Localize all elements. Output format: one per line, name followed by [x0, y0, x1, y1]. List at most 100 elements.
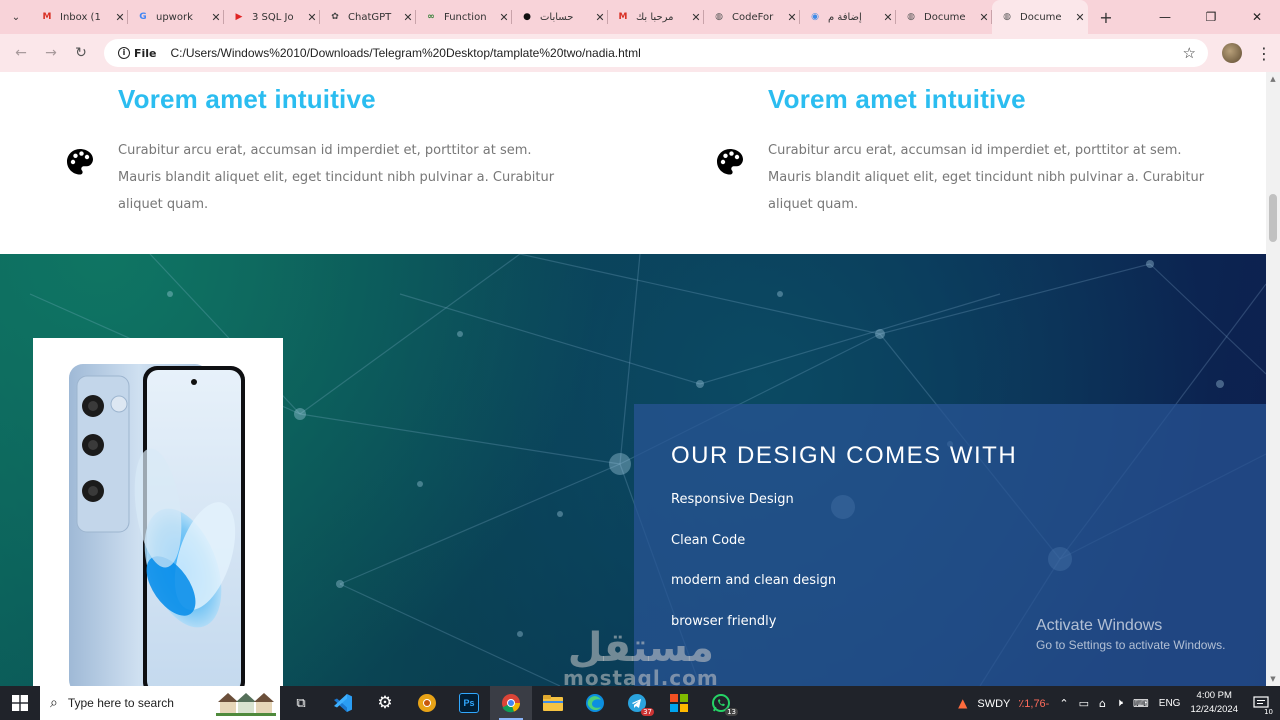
new-tab-button[interactable]: + [1092, 8, 1120, 27]
tab-search-dropdown-icon[interactable]: ⌄ [0, 0, 32, 34]
browser-tab[interactable]: ∞ Function ✕ [416, 0, 512, 34]
scrollbar-thumb[interactable] [1269, 194, 1277, 242]
back-arrow-icon[interactable]: ← [6, 38, 36, 68]
network-icon[interactable]: ⌂ [1099, 697, 1106, 710]
browser-tab[interactable]: ● حسابات ✕ [512, 0, 608, 34]
close-tab-icon[interactable]: ✕ [592, 11, 608, 24]
close-tab-icon[interactable]: ✕ [112, 11, 128, 24]
task-view-icon[interactable]: ⧉ [280, 686, 322, 720]
system-tray: ▲ SWDY ٪1,76- ⌃ ▭ ⌂ 🕨 ⌨ ENG 4:00 PM 12/24… [958, 686, 1280, 720]
browser-tab[interactable]: ◍ CodeFor ✕ [704, 0, 800, 34]
tab-title: Docume [1020, 11, 1062, 23]
browser-tab[interactable]: ◍ Docume ✕ [896, 0, 992, 34]
close-tab-icon[interactable]: ✕ [784, 11, 800, 24]
mostaql-watermark: مستقل mostaql.com [563, 626, 719, 690]
gmail-icon: M [42, 12, 52, 22]
stock-change: ٪1,76- [1018, 697, 1050, 710]
apps-grid-icon[interactable] [658, 686, 700, 720]
maximize-icon[interactable]: ❐ [1188, 0, 1234, 34]
telegram-icon[interactable]: 37 [616, 686, 658, 720]
feature-text: Curabitur arcu erat, accumsan id imperdi… [118, 143, 555, 212]
feature-title: Vorem amet intuitive [118, 84, 376, 114]
close-tab-icon[interactable]: ✕ [976, 11, 992, 24]
list-item: Responsive Design [671, 492, 794, 507]
keyboard-icon[interactable]: ⌨ [1133, 697, 1149, 710]
browser-tab[interactable]: ◉ إضافة م ✕ [800, 0, 896, 34]
url-text[interactable]: C:/Users/Windows%2010/Downloads/Telegram… [171, 46, 641, 60]
windows-start-icon[interactable] [0, 686, 40, 720]
file-explorer-icon[interactable] [532, 686, 574, 720]
profile-avatar[interactable] [1222, 43, 1242, 63]
feature-block: Vorem amet intuitive Curabitur arcu erat… [118, 84, 618, 218]
browser-tab[interactable]: M Inbox (1 ✕ [32, 0, 128, 34]
browser-tab[interactable]: ▶ 3 SQL Jo ✕ [224, 0, 320, 34]
close-tab-icon[interactable]: ✕ [1072, 11, 1088, 24]
close-tab-icon[interactable]: ✕ [304, 11, 320, 24]
circle-icon: ◉ [811, 12, 819, 22]
minimize-icon[interactable]: — [1142, 0, 1188, 34]
feature-title: Vorem amet intuitive [768, 84, 1026, 114]
scheme-label: File [134, 46, 157, 60]
language-indicator[interactable]: ENG [1159, 698, 1181, 709]
notification-count: 10 [1264, 708, 1273, 716]
photoshop-icon[interactable]: Ps [448, 686, 490, 720]
tab-title: إضافة م [828, 11, 862, 23]
browser-tab[interactable]: ◍ Docume ✕ [992, 0, 1088, 34]
bookmark-star-icon[interactable]: ☆ [1183, 44, 1196, 62]
tab-title: Docume [924, 11, 966, 23]
close-tab-icon[interactable]: ✕ [400, 11, 416, 24]
close-tab-icon[interactable]: ✕ [496, 11, 512, 24]
close-tab-icon[interactable]: ✕ [880, 11, 896, 24]
smartphone-illustration [69, 364, 245, 686]
search-highlight-houses-icon[interactable] [216, 690, 276, 716]
close-tab-icon[interactable]: ✕ [688, 11, 704, 24]
tab-title: مرحبا بك [636, 11, 674, 23]
page-scrollbar[interactable]: ▲ ▼ [1266, 72, 1280, 686]
feature-text: Curabitur arcu erat, accumsan id imperdi… [768, 143, 1205, 212]
window-controls: — ❐ ✕ [1142, 0, 1280, 34]
battery-icon[interactable]: ▭ [1079, 697, 1089, 710]
volume-muted-icon[interactable]: 🕨 [1116, 696, 1123, 710]
site-info-chip[interactable]: i File [110, 42, 165, 64]
forward-arrow-icon[interactable]: → [36, 38, 66, 68]
web-page: Vorem amet intuitive Curabitur arcu erat… [0, 72, 1266, 686]
activate-subtitle: Go to Settings to activate Windows. [1036, 638, 1226, 652]
edge-icon[interactable] [574, 686, 616, 720]
gmail-icon: M [618, 12, 628, 22]
reload-icon[interactable]: ↻ [66, 38, 96, 68]
whatsapp-icon[interactable]: 13 [700, 686, 742, 720]
close-window-icon[interactable]: ✕ [1234, 0, 1280, 34]
vscode-icon[interactable] [322, 686, 364, 720]
taskbar-search-box[interactable]: ⌕ Type here to search [40, 686, 280, 720]
browser-tab-strip: ⌄ M Inbox (1 ✕ Gupwork ✕ ▶ 3 SQL Jo ✕ ✿ ChatGPT ✕ ∞… [0, 0, 1280, 34]
youtube-icon: ▶ [235, 12, 243, 22]
menu-kebab-icon[interactable]: ⋮ [1256, 44, 1272, 63]
browser-tab[interactable]: Gupwork ✕ [128, 0, 224, 34]
browser-tab[interactable]: M مرحبا بك ✕ [608, 0, 704, 34]
windows-taskbar: ⌕ Type here to search ⧉ ⚙ Ps 37 13 ▲ SWD… [0, 686, 1280, 720]
chevron-up-icon[interactable]: ⌃ [1059, 697, 1068, 710]
search-icon: ⌕ [50, 695, 58, 711]
chrome-canary-icon[interactable] [406, 686, 448, 720]
address-bar[interactable]: i File C:/Users/Windows%2010/Downloads/T… [104, 39, 1208, 67]
notification-center-icon[interactable]: 10 [1248, 686, 1274, 720]
chrome-icon[interactable] [490, 686, 532, 720]
clock[interactable]: 4:00 PM 12/24/2024 [1190, 689, 1238, 717]
scroll-up-icon[interactable]: ▲ [1266, 72, 1280, 86]
clock-date: 12/24/2024 [1190, 704, 1238, 715]
tab-title: CodeFor [732, 11, 774, 23]
design-heading: OUR DESIGN COMES WITH [671, 442, 1018, 469]
tab-title: ChatGPT [348, 11, 392, 23]
clock-time: 4:00 PM [1196, 690, 1232, 701]
activate-title: Activate Windows [1036, 617, 1163, 634]
scroll-down-icon[interactable]: ▼ [1266, 672, 1280, 686]
close-tab-icon[interactable]: ✕ [208, 11, 224, 24]
activate-windows-watermark: Activate Windows Go to Settings to activ… [1036, 617, 1225, 652]
stock-ticker[interactable]: SWDY ٪1,76- [977, 697, 1049, 710]
browser-tab[interactable]: ✿ ChatGPT ✕ [320, 0, 416, 34]
globe-icon: ◍ [715, 12, 723, 22]
settings-gear-icon[interactable]: ⚙ [364, 686, 406, 720]
watermark-arabic: مستقل [567, 625, 715, 671]
tab-title: Inbox (1 [60, 11, 101, 23]
info-icon: i [118, 47, 130, 59]
